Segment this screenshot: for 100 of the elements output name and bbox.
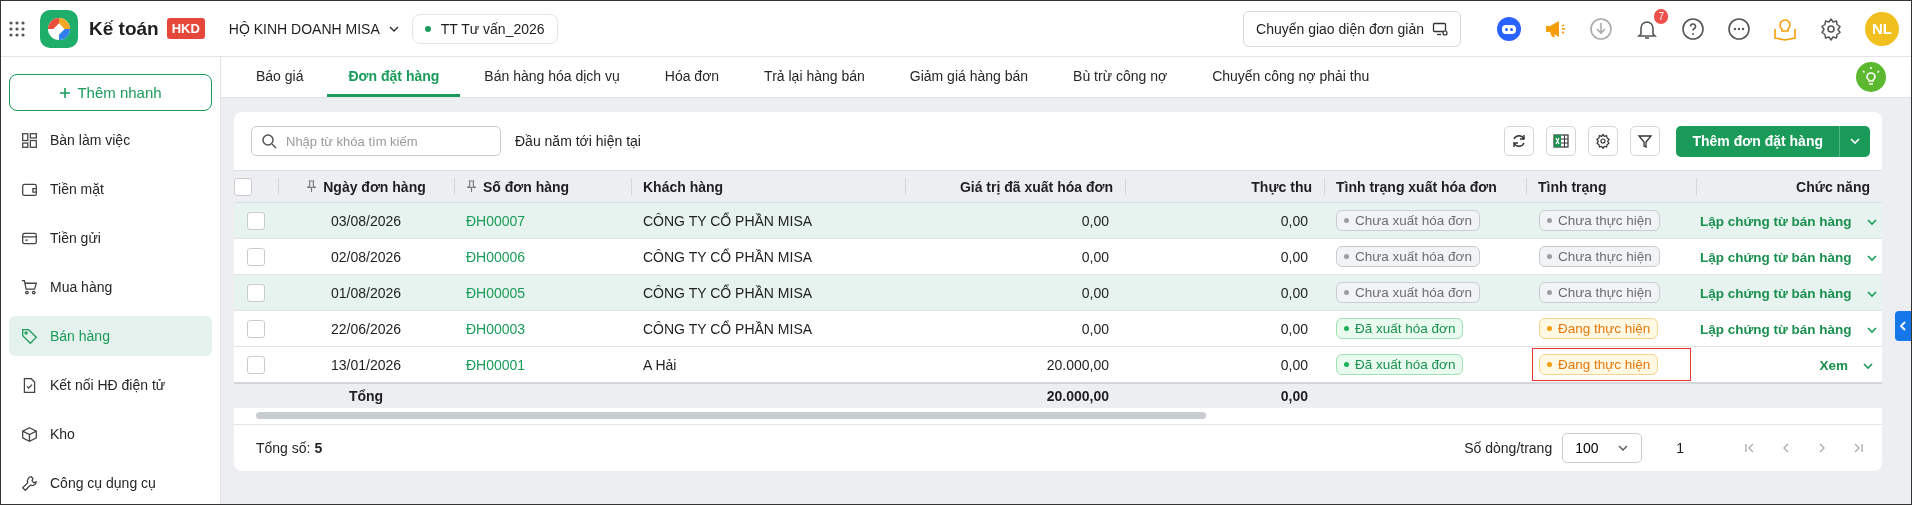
- app-grid-icon[interactable]: [9, 20, 25, 37]
- invoiced-value: 20.000,00: [1046, 356, 1109, 373]
- lightbulb-book-icon[interactable]: [1773, 16, 1797, 41]
- received-amount: 0,00: [1280, 320, 1308, 337]
- dashboard-icon: [21, 131, 38, 149]
- monitor-gear-icon: [1432, 20, 1448, 37]
- tab[interactable]: Chuyển công nợ phải thu: [1191, 57, 1391, 97]
- workspace-selector[interactable]: TT Tư vấn_2026: [411, 13, 558, 44]
- wrench-icon: [21, 474, 38, 492]
- company-selector[interactable]: HỘ KINH DOANH MISA: [228, 20, 400, 37]
- invoiced-value: 0,00: [1081, 284, 1109, 301]
- invoiced-value: 0,00: [1081, 248, 1109, 265]
- filter-button[interactable]: [1630, 126, 1661, 156]
- horizontal-scrollbar[interactable]: [256, 412, 1206, 419]
- sidebar-item[interactable]: Kết nối HĐ điện tử: [9, 365, 212, 405]
- lightbulb-icon[interactable]: [1855, 61, 1887, 93]
- app-logo-icon: [39, 8, 79, 49]
- action-link[interactable]: Xem: [1819, 357, 1848, 373]
- status-badge: Đang thực hiện: [1539, 318, 1659, 339]
- status-badge: Chưa thực hiện: [1539, 210, 1660, 231]
- order-number-link[interactable]: ĐH00001: [466, 356, 526, 373]
- download-icon[interactable]: [1589, 16, 1613, 41]
- row-checkbox[interactable]: [247, 283, 265, 302]
- customer-name: CÔNG TY CỔ PHẦN MISA: [643, 284, 813, 301]
- invoiced-value: 0,00: [1081, 320, 1109, 337]
- plan-badge: HKD: [166, 18, 205, 39]
- add-order-button[interactable]: Thêm đơn đặt hàng: [1676, 125, 1839, 157]
- customer-name: CÔNG TY CỔ PHẦN MISA: [643, 248, 813, 265]
- tab[interactable]: Bù trừ công nợ: [1052, 57, 1189, 97]
- refresh-button[interactable]: [1504, 126, 1535, 156]
- action-link[interactable]: Lập chứng từ bán hàng: [1700, 321, 1852, 337]
- status-badge: Đang thực hiện: [1539, 354, 1659, 375]
- chevron-down-icon: [1849, 135, 1861, 147]
- total-count: Tổng số: 5: [256, 440, 323, 456]
- tag-icon: [21, 327, 38, 345]
- box-icon: [21, 425, 38, 443]
- tab[interactable]: Giảm giá hàng bán: [888, 57, 1050, 97]
- side-panel-toggle[interactable]: [1895, 311, 1911, 341]
- search-field[interactable]: Nhập từ khóa tìm kiếm: [251, 126, 501, 156]
- settings-button[interactable]: [1588, 126, 1619, 156]
- order-date: 13/01/2026: [330, 356, 402, 373]
- status-badge: Chưa thực hiện: [1539, 282, 1660, 303]
- received-amount: 0,00: [1280, 356, 1308, 373]
- page-size-select[interactable]: 100: [1562, 433, 1643, 463]
- total-invoiced-value: 20.000,00: [1046, 388, 1109, 404]
- invoice-status-badge: Chưa xuất hóa đơn: [1336, 210, 1480, 231]
- more-icon[interactable]: [1727, 16, 1751, 41]
- help-icon[interactable]: [1681, 16, 1705, 41]
- first-page-icon[interactable]: [1744, 442, 1756, 454]
- pin-icon[interactable]: [466, 180, 477, 193]
- tab[interactable]: Báo giá: [235, 57, 325, 97]
- sidebar-item[interactable]: Tiền mặt: [9, 169, 212, 209]
- invoiced-value: 0,00: [1081, 212, 1109, 229]
- total-received: 0,00: [1280, 388, 1308, 404]
- customer-name: CÔNG TY CỔ PHẦN MISA: [643, 212, 813, 229]
- last-page-icon[interactable]: [1852, 442, 1864, 454]
- excel-button[interactable]: [1546, 126, 1577, 156]
- order-date: 03/08/2026: [330, 212, 402, 229]
- refresh-icon: [1511, 133, 1528, 149]
- order-date: 22/06/2026: [330, 320, 402, 337]
- settings-icon: [1595, 133, 1612, 149]
- page-size-label: Số dòng/trang: [1464, 440, 1553, 456]
- switch-interface-button[interactable]: Chuyển giao diện đơn giản: [1243, 10, 1461, 47]
- add-options-button[interactable]: [1839, 125, 1870, 157]
- order-date: 01/08/2026: [330, 284, 402, 301]
- sidebar-item[interactable]: Kho: [9, 414, 212, 454]
- order-date: 02/08/2026: [330, 248, 402, 265]
- sidebar-item[interactable]: Bàn làm việc: [9, 120, 212, 160]
- invoice-status-badge: Chưa xuất hóa đơn: [1336, 282, 1480, 303]
- chevron-left-icon: [1897, 320, 1909, 332]
- current-page: 1: [1676, 440, 1684, 456]
- action-link[interactable]: Lập chứng từ bán hàng: [1700, 249, 1852, 265]
- row-checkbox[interactable]: [247, 211, 265, 230]
- notification-count: 7: [1654, 8, 1668, 24]
- row-checkbox[interactable]: [247, 247, 265, 266]
- sidebar-item[interactable]: Tiền gửi: [9, 218, 212, 258]
- tab[interactable]: Bán hàng hóa dịch vụ: [463, 57, 641, 97]
- sidebar-item[interactable]: Mua hàng: [9, 267, 212, 307]
- settings-icon[interactable]: [1819, 16, 1843, 41]
- order-number-link[interactable]: ĐH00003: [466, 320, 526, 337]
- column-header[interactable]: Thực thu: [1251, 178, 1312, 195]
- quick-add-button[interactable]: Thêm nhanh: [9, 74, 212, 111]
- filter-icon: [1637, 133, 1654, 149]
- order-number-link[interactable]: ĐH00006: [466, 248, 526, 265]
- period-filter[interactable]: Đầu năm tới hiện tại: [515, 133, 641, 149]
- document-check-icon: [21, 376, 38, 394]
- tab[interactable]: Trả lại hàng bán: [743, 57, 886, 97]
- tab[interactable]: Đơn đặt hàng: [327, 57, 461, 97]
- select-all-checkbox[interactable]: [234, 177, 252, 196]
- robot-icon[interactable]: [1497, 16, 1521, 41]
- received-amount: 0,00: [1280, 284, 1308, 301]
- tab[interactable]: Hóa đơn: [643, 57, 741, 97]
- invoice-status-badge: Đã xuất hóa đơn: [1336, 354, 1464, 375]
- column-header[interactable]: Khách hàng: [643, 178, 724, 195]
- row-checkbox[interactable]: [247, 319, 265, 338]
- row-checkbox[interactable]: [247, 355, 265, 374]
- sidebar-item[interactable]: Công cụ dụng cụ: [9, 463, 212, 503]
- pin-icon[interactable]: [306, 180, 318, 193]
- received-amount: 0,00: [1280, 212, 1308, 229]
- invoice-status-badge: Chưa xuất hóa đơn: [1336, 246, 1480, 267]
